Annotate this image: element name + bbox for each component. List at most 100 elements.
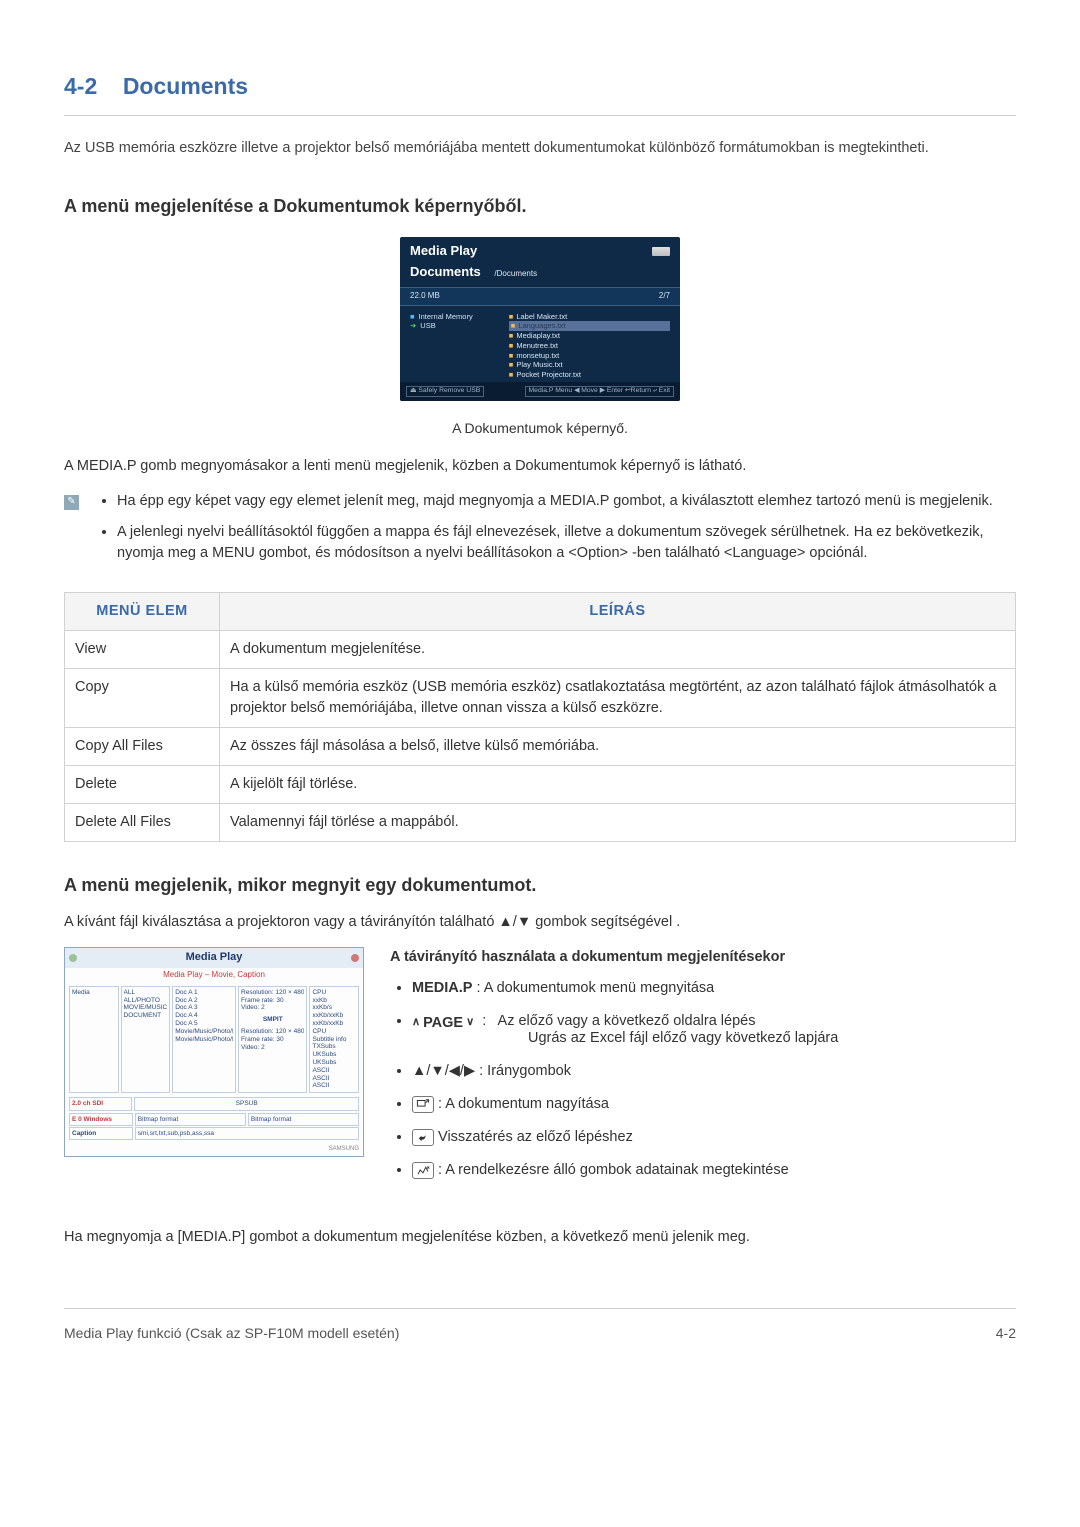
ss1-usb: USB bbox=[420, 321, 435, 330]
enlarge-text: : A dokumentum nagyítása bbox=[434, 1096, 609, 1112]
table-row: ViewA dokumentum megjelenítése. bbox=[65, 631, 1016, 669]
cell-menu: View bbox=[65, 631, 220, 669]
ss2-tot2-label: Caption bbox=[69, 1127, 133, 1140]
note-bullets: Ha épp egy képet vagy egy elemet jelenít… bbox=[93, 491, 1016, 574]
ss2-line: Movie/Music/Photo/Doc bbox=[175, 1036, 233, 1044]
ss2-col1: Media bbox=[72, 989, 116, 997]
ss2-line: Resolution: 120 × 480 bbox=[241, 1028, 304, 1036]
ss2-line: ALL bbox=[124, 989, 168, 997]
ss2-line: ALL/PHOTO bbox=[124, 997, 168, 1005]
menu-table: MENÜ ELEM LEÍRÁS ViewA dokumentum megjel… bbox=[64, 592, 1016, 842]
ss2-line: Resolution: 120 × 480 bbox=[241, 989, 304, 997]
ss2-col2: ALLALL/PHOTOMOVIE/MUSICDOCUMENT bbox=[121, 986, 171, 1093]
cell-desc: A kijelölt fájl törlése. bbox=[220, 766, 1016, 804]
red-dot-icon bbox=[351, 954, 359, 962]
remote-page: ∧ PAGE ∨ : Az előző vagy a következő old… bbox=[412, 1011, 1016, 1049]
footer-left: Media Play funkció (Csak az SP-F10M mode… bbox=[64, 1323, 399, 1343]
screenshot-1: Media Play Documents /Documents 22.0 MB … bbox=[400, 237, 680, 400]
note-item: A jelenlegi nyelvi beállításoktól függőe… bbox=[117, 522, 1016, 564]
intro-text: Az USB memória eszközre illetve a projek… bbox=[64, 138, 1016, 159]
table-row: CopyHa a külső memória eszköz (USB memór… bbox=[65, 669, 1016, 728]
ss2-line: Doc A 3 bbox=[175, 1004, 233, 1012]
th-menu: MENÜ ELEM bbox=[65, 593, 220, 631]
file-row: ■Menutree.txt bbox=[509, 341, 670, 351]
cell-desc: Az összes fájl másolása a belső, illetve… bbox=[220, 728, 1016, 766]
section-title: 4-2 Documents bbox=[64, 70, 1016, 116]
section-name: Documents bbox=[123, 73, 248, 99]
page-text: Az előző vagy a következő oldalra lépés bbox=[498, 1013, 756, 1029]
ss2-line: ASCII bbox=[312, 1082, 356, 1090]
media-p-label: MEDIA.P bbox=[412, 980, 472, 996]
subheading-1: A menü megjelenítése a Dokumentumok képe… bbox=[64, 193, 1016, 219]
ss2-c4mid: SMPIT bbox=[241, 1016, 304, 1024]
page-text-2: Ugrás az Excel fájl előző vagy következő… bbox=[528, 1028, 1016, 1049]
page-button-icon: ∧ PAGE ∨ bbox=[412, 1013, 474, 1034]
row-two: Media Play Media Play – Movie, Caption M… bbox=[64, 947, 1016, 1193]
ss2-corner-blank bbox=[69, 1145, 71, 1154]
ss2-line: xxKb/xxKb bbox=[312, 1020, 356, 1028]
ss2-tot1-label: E 0 Windows bbox=[69, 1113, 133, 1126]
ss2-below-text: SPSUB bbox=[134, 1097, 359, 1110]
cell-menu: Copy bbox=[65, 669, 220, 728]
ss1-size: 22.0 MB bbox=[410, 291, 440, 301]
section-number: 4-2 bbox=[64, 73, 97, 99]
after-caption: A MEDIA.P gomb megnyomásakor a lenti men… bbox=[64, 456, 1016, 477]
ss1-internal: Internal Memory bbox=[419, 312, 473, 321]
ss2-line: Video: 2 bbox=[241, 1004, 304, 1012]
ss2-line: Video: 2 bbox=[241, 1044, 304, 1052]
ss2-line: CPU bbox=[312, 1028, 356, 1036]
file-row: ■monsetup.txt bbox=[509, 351, 670, 361]
ss2-line: Frame rate: 30 bbox=[241, 1036, 304, 1044]
ss2-line: UKSubs bbox=[312, 1059, 356, 1067]
caption-1: A Dokumentumok képernyő. bbox=[64, 418, 1016, 438]
ss2-brand: Media Play bbox=[186, 950, 243, 966]
ss2-line: UKSubs bbox=[312, 1051, 356, 1059]
remote-return: Visszatérés az előző lépéshez bbox=[412, 1127, 1016, 1148]
ss1-path: /Documents bbox=[494, 269, 537, 278]
note-icon: ✎ bbox=[64, 495, 79, 510]
table-row: Delete All FilesValamennyi fájl törlése … bbox=[65, 804, 1016, 842]
note-item: Ha épp egy képet vagy egy elemet jelenít… bbox=[117, 491, 1016, 512]
closing-para: Ha megnyomja a [MEDIA.P] gombot a dokume… bbox=[64, 1227, 1016, 1248]
cell-desc: Valamennyi fájl törlése a mappából. bbox=[220, 804, 1016, 842]
remote-enlarge: : A dokumentum nagyítása bbox=[412, 1094, 1016, 1115]
screenshot-2: Media Play Media Play – Movie, Caption M… bbox=[64, 947, 364, 1157]
ss2-col3: Doc A 1Doc A 2Doc A 3Doc A 4Doc A 5Movie… bbox=[172, 986, 236, 1093]
file-row: ■Mediaplay.txt bbox=[509, 331, 670, 341]
ss2-tot2-v0: smi,srt,txt,sub,psb,ass,ssa bbox=[135, 1127, 359, 1140]
ss2-tot1-v0: Bitmap format bbox=[135, 1113, 246, 1126]
th-desc: LEÍRÁS bbox=[220, 593, 1016, 631]
file-row: ■Play Music.txt bbox=[509, 360, 670, 370]
remote-media: MEDIA.P : A dokumentumok menü megnyitása bbox=[412, 978, 1016, 999]
footer-right: 4-2 bbox=[996, 1323, 1016, 1343]
info-icon bbox=[412, 1162, 434, 1179]
ss1-count: 2/7 bbox=[659, 291, 670, 301]
ss2-col5: CPUxxKbxxKb/sxxKb/xxKbxxKb/xxKbCPUSubtit… bbox=[309, 986, 359, 1093]
media-p-text: : A dokumentumok menü megnyitása bbox=[472, 980, 714, 996]
return-icon bbox=[412, 1129, 434, 1146]
usb-icon bbox=[652, 247, 670, 256]
ss1-foot-right: Media.P Menu ◀ Move ▶ Enter ↩Return ⤶ Ex… bbox=[525, 386, 674, 397]
table-row: Copy All FilesAz összes fájl másolása a … bbox=[65, 728, 1016, 766]
remote-info: : A rendelkezésre álló gombok adatainak … bbox=[412, 1160, 1016, 1181]
ss2-line: Movie/Music/Photo/Doc bbox=[175, 1028, 233, 1036]
cell-menu: Delete bbox=[65, 766, 220, 804]
cell-menu: Delete All Files bbox=[65, 804, 220, 842]
file-row: ■Languages.txt bbox=[509, 321, 670, 331]
remote-title: A távirányító használata a dokumentum me… bbox=[390, 947, 1016, 968]
arrow-icon: ➜ bbox=[410, 321, 416, 330]
remote-col: A távirányító használata a dokumentum me… bbox=[390, 947, 1016, 1193]
page-footer: Media Play funkció (Csak az SP-F10M mode… bbox=[64, 1308, 1016, 1343]
file-row: ■Pocket Projector.txt bbox=[509, 370, 670, 380]
ss2-line: CPU bbox=[312, 989, 356, 997]
return-text: Visszatérés az előző lépéshez bbox=[434, 1129, 633, 1145]
enlarge-icon bbox=[412, 1096, 434, 1113]
ss2-line: Doc A 1 bbox=[175, 989, 233, 997]
ss1-brand: Media Play bbox=[410, 243, 477, 260]
green-dot-icon bbox=[69, 954, 77, 962]
ss2-line: DOCUMENT bbox=[124, 1012, 168, 1020]
cell-menu: Copy All Files bbox=[65, 728, 220, 766]
ss2-line: MOVIE/MUSIC bbox=[124, 1004, 168, 1012]
square-icon: ■ bbox=[410, 312, 415, 321]
ss2-line: TXSubs bbox=[312, 1043, 356, 1051]
